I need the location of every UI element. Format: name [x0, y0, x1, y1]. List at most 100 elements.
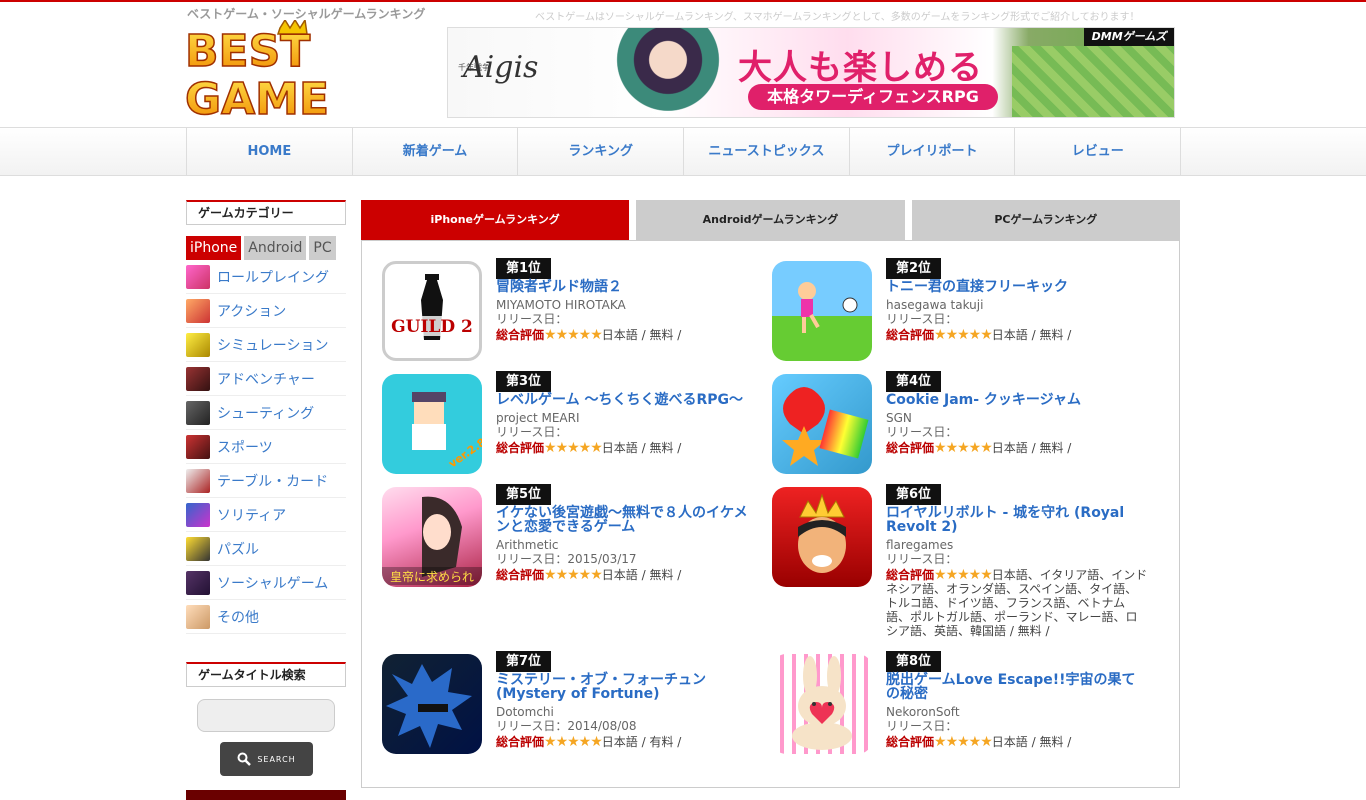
search-input[interactable] [197, 699, 335, 732]
rating-label: 総合評価 [886, 328, 935, 342]
logo-best-text: BEST [185, 26, 310, 77]
game-languages: 日本語 / 無料 / [991, 328, 1072, 342]
game-thumbnail[interactable] [772, 654, 872, 754]
game-developer: flaregames [886, 538, 954, 552]
search-heading: ゲームタイトル検索 [186, 662, 346, 687]
tab-pc-ranking[interactable]: PCゲームランキング [911, 200, 1180, 240]
game-developer: NekoronSoft [886, 705, 960, 719]
game-title[interactable]: 冒険者ギルド物語２ [496, 280, 758, 294]
game-thumbnail[interactable] [772, 374, 872, 474]
tab-pc[interactable]: PC [309, 236, 336, 260]
nav-ranking[interactable]: ランキング [518, 128, 685, 176]
game-rating: 総合評価★★★★★日本語 / 無料 / [886, 735, 1148, 749]
rank-badge: 第5位 [496, 484, 552, 505]
game-release-date: リリース日： [886, 425, 958, 439]
nav-news-topics[interactable]: ニューストピックス [684, 128, 850, 176]
game-languages: 日本語 / 無料 / [601, 328, 682, 342]
category-label: シミュレーション [217, 337, 329, 354]
svg-text:GUILD 2: GUILD 2 [391, 317, 473, 337]
nav-new-games[interactable]: 新着ゲーム [353, 128, 519, 176]
svg-text:皇帝に求められ: 皇帝に求められ [390, 569, 474, 584]
category-social-game[interactable]: ソーシャルゲーム [186, 566, 346, 600]
star-rating-icon: ★★★★★ [934, 567, 993, 583]
star-rating-icon: ★★★★★ [544, 734, 603, 750]
game-title[interactable]: レベルゲーム 〜ちくちく遊べるRPG〜 [496, 393, 758, 407]
category-table-card[interactable]: テーブル・カード [186, 464, 346, 498]
category-roleplaying[interactable]: ロールプレイング [186, 260, 346, 294]
game-rating: 総合評価★★★★★日本語 / 無料 / [496, 328, 758, 342]
banner-brand: DMMゲームズ [1084, 28, 1174, 46]
category-simulation[interactable]: シミュレーション [186, 328, 346, 362]
puzzle-icon [186, 536, 210, 561]
rating-label: 総合評価 [886, 735, 935, 749]
tab-iphone[interactable]: iPhone [186, 236, 242, 260]
category-adventure[interactable]: アドベンチャー [186, 362, 346, 396]
banner-character-image [608, 28, 728, 117]
game-developer: SGN [886, 411, 912, 425]
game-title[interactable]: 脱出ゲームLove Escape!!宇宙の果ての秘密 [886, 673, 1148, 701]
game-release-date: リリース日：2015/03/17 [496, 552, 637, 566]
game-title[interactable]: イケない後宮遊戯〜無料で８人のイケメンと恋愛できるゲーム [496, 506, 758, 534]
tab-android-ranking[interactable]: Androidゲームランキング [636, 200, 905, 240]
ranking-list: GUILD 2 第1位 冒険者ギルド物語２ MIYAMOTO HIROTAKA … [361, 240, 1180, 788]
star-rating-icon: ★★★★★ [544, 440, 603, 456]
game-thumbnail[interactable] [772, 487, 872, 587]
game-developer: MIYAMOTO HIROTAKA [496, 298, 626, 312]
roleplaying-icon [186, 264, 210, 289]
logo-game-text: GAME [185, 74, 329, 120]
platform-tabs: iPhone Android PC [186, 236, 346, 260]
game-languages: 日本語 / 無料 / [601, 441, 682, 455]
category-list: ロールプレイング アクション シミュレーション アドベンチャー シューティング … [186, 260, 346, 634]
rank-badge: 第7位 [496, 651, 552, 672]
game-title[interactable]: ミステリー・オブ・フォーチュン (Mystery of Fortune) [496, 673, 758, 701]
category-heading: ゲームカテゴリー [186, 200, 346, 225]
search-button-label: SEARCH [257, 754, 296, 764]
best-game-logo[interactable]: BEST GAME [185, 20, 333, 120]
adventure-icon [186, 366, 210, 391]
game-rating: 総合評価★★★★★日本語 / 無料 / [886, 328, 1148, 342]
solitaire-icon [186, 502, 210, 527]
category-action[interactable]: アクション [186, 294, 346, 328]
category-shooting[interactable]: シューティング [186, 396, 346, 430]
game-developer: Dotomchi [496, 705, 554, 719]
category-other[interactable]: その他 [186, 600, 346, 634]
category-puzzle[interactable]: パズル [186, 532, 346, 566]
sidebar-footer-block [186, 790, 346, 800]
category-solitaire[interactable]: ソリティア [186, 498, 346, 532]
rating-label: 総合評価 [496, 735, 545, 749]
search-button[interactable]: SEARCH [220, 742, 313, 776]
global-nav: HOME 新着ゲーム ランキング ニューストピックス プレイリポート レビュー [0, 127, 1366, 176]
category-label: ソリティア [217, 507, 287, 524]
rating-label: 総合評価 [886, 441, 935, 455]
game-languages: 日本語 / 無料 / [991, 441, 1072, 455]
sports-icon [186, 434, 210, 459]
nav-play-report[interactable]: プレイリポート [850, 128, 1016, 176]
game-title[interactable]: Cookie Jam- クッキージャム [886, 393, 1148, 407]
simulation-icon [186, 332, 210, 357]
nav-home[interactable]: HOME [187, 128, 353, 176]
game-thumbnail[interactable] [772, 261, 872, 361]
banner-title: Aigis [463, 50, 539, 85]
star-rating-icon: ★★★★★ [934, 440, 993, 456]
game-thumbnail[interactable]: ver.2.8!! [382, 374, 482, 474]
game-developer: Arithmetic [496, 538, 559, 552]
game-title[interactable]: トニー君の直接フリーキック [886, 280, 1148, 294]
category-label: その他 [217, 609, 259, 626]
game-title[interactable]: ロイヤルリボルト - 城を守れ (Royal Revolt 2) [886, 506, 1148, 534]
category-sports[interactable]: スポーツ [186, 430, 346, 464]
banner-subcopy: 本格タワーディフェンスRPG [748, 84, 998, 110]
game-release-date: リリース日： [496, 312, 568, 326]
svg-text:ver.2.8!!: ver.2.8!! [446, 430, 482, 471]
tab-iphone-ranking[interactable]: iPhoneゲームランキング [361, 200, 630, 240]
game-rating: 総合評価★★★★★日本語 / 無料 / [496, 441, 758, 455]
tab-android[interactable]: Android [244, 236, 307, 260]
nav-review[interactable]: レビュー [1015, 128, 1182, 176]
game-thumbnail[interactable]: GUILD 2 [382, 261, 482, 361]
category-label: アクション [217, 303, 287, 320]
ad-banner[interactable]: 千年戦争 Aigis 大人も楽しめる 本格タワーディフェンスRPG DMMゲーム… [447, 27, 1175, 118]
game-thumbnail[interactable]: 皇帝に求められ [382, 487, 482, 587]
game-thumbnail[interactable] [382, 654, 482, 754]
banner-copy: 大人も楽しめる [738, 48, 983, 88]
game-release-date: リリース日： [886, 312, 958, 326]
game-rating: 総合評価★★★★★日本語 / 無料 / [496, 568, 758, 582]
